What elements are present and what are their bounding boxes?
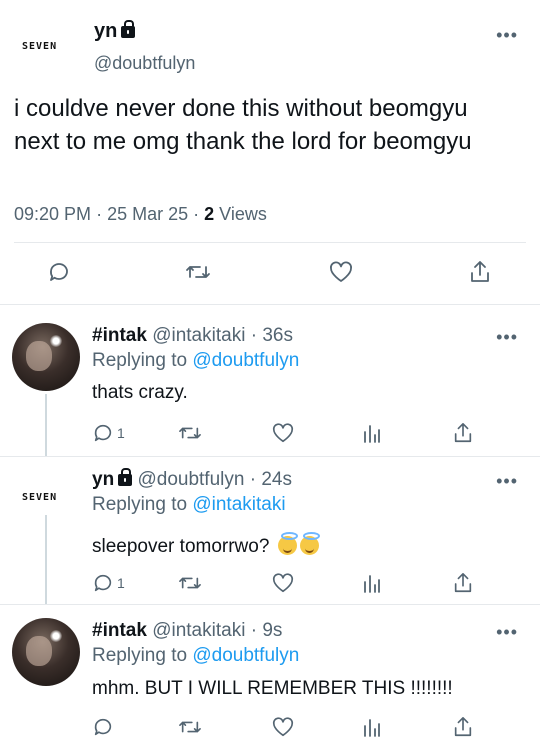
author-name[interactable]: yn: [92, 469, 114, 490]
lock-icon: [121, 20, 136, 38]
reply-header: yn @doubtfulyn · 24s: [92, 468, 292, 490]
reply-text: thats crazy.: [92, 382, 188, 403]
reply-icon[interactable]: [92, 422, 114, 444]
main-handle[interactable]: @doubtfulyn: [94, 53, 195, 74]
time-ago: 9s: [262, 620, 283, 641]
handle[interactable]: @doubtfulyn: [137, 469, 244, 490]
share-icon[interactable]: [452, 571, 474, 595]
divider: [0, 304, 540, 305]
like-icon[interactable]: [271, 572, 295, 594]
divider: [0, 604, 540, 605]
replying-to-link[interactable]: @doubtfulyn: [192, 645, 299, 666]
halo-emoji-icon: [277, 532, 298, 555]
retweet-icon[interactable]: [178, 572, 202, 594]
reply-count: 1: [117, 425, 125, 441]
avatar[interactable]: [12, 618, 80, 686]
author-name[interactable]: #intak: [92, 620, 147, 641]
logo-text: SEVEN: [22, 41, 58, 52]
thread-line: [45, 515, 47, 604]
views-count: 2: [204, 204, 215, 224]
retweet-icon[interactable]: [185, 260, 211, 284]
retweet-icon[interactable]: [178, 422, 202, 444]
like-icon[interactable]: [271, 716, 295, 738]
replying-to-line: Replying to @doubtfulyn: [92, 645, 300, 666]
more-icon[interactable]: •••: [496, 328, 518, 346]
logo-text: SEVEN: [22, 492, 58, 503]
tweet-time: 09:20 PM: [14, 204, 92, 224]
time-ago: 24s: [261, 469, 292, 490]
more-icon[interactable]: •••: [496, 472, 518, 490]
reply-text: mhm. BUT I WILL REMEMBER THIS !!!!!!!!: [92, 678, 453, 699]
reply-icon[interactable]: [92, 716, 114, 738]
avatar-logo[interactable]: SEVEN: [22, 41, 57, 52]
share-icon[interactable]: [452, 421, 474, 445]
more-icon[interactable]: •••: [496, 26, 518, 44]
avatar[interactable]: [12, 323, 80, 391]
halo-emoji-icon: [299, 532, 320, 555]
main-author[interactable]: yn: [94, 20, 136, 43]
handle[interactable]: @intakitaki: [152, 325, 245, 346]
reply-icon[interactable]: [92, 572, 114, 594]
author-name: yn: [94, 20, 118, 42]
divider: [14, 242, 526, 243]
replying-to-line: Replying to @intakitaki: [92, 494, 286, 515]
like-icon[interactable]: [271, 422, 295, 444]
time-ago: 36s: [262, 325, 293, 346]
replying-to-link[interactable]: @doubtfulyn: [192, 350, 299, 371]
replying-to-line: Replying to @doubtfulyn: [92, 350, 300, 371]
analytics-icon[interactable]: [362, 422, 382, 444]
like-icon[interactable]: [328, 260, 354, 284]
handle[interactable]: @intakitaki: [152, 620, 245, 641]
reply-text-line: sleepover tomorrwo?: [92, 532, 320, 558]
reply-header: #intak @intakitaki · 9s: [92, 620, 283, 641]
tweet-meta: 09:20 PM · 25 Mar 25 · 2 Views: [14, 204, 267, 224]
more-icon[interactable]: •••: [496, 623, 518, 641]
avatar-logo[interactable]: SEVEN: [22, 492, 57, 503]
author-name[interactable]: #intak: [92, 325, 147, 346]
share-icon[interactable]: [452, 715, 474, 739]
retweet-icon[interactable]: [178, 716, 202, 738]
thread-line: [45, 394, 47, 456]
reply-icon[interactable]: [47, 260, 71, 284]
lock-icon: [118, 468, 133, 486]
replying-to-link[interactable]: @intakitaki: [192, 494, 285, 515]
share-icon[interactable]: [468, 259, 492, 285]
analytics-icon[interactable]: [362, 716, 382, 738]
reply-count: 1: [117, 575, 125, 591]
views-label: Views: [219, 204, 267, 224]
reply-header: #intak @intakitaki · 36s: [92, 325, 293, 346]
divider: [0, 456, 540, 457]
reply-text: sleepover tomorrwo?: [92, 536, 270, 557]
tweet-text: i couldve never done this without beomgy…: [14, 95, 472, 155]
analytics-icon[interactable]: [362, 572, 382, 594]
tweet-date: 25 Mar 25: [107, 204, 189, 224]
